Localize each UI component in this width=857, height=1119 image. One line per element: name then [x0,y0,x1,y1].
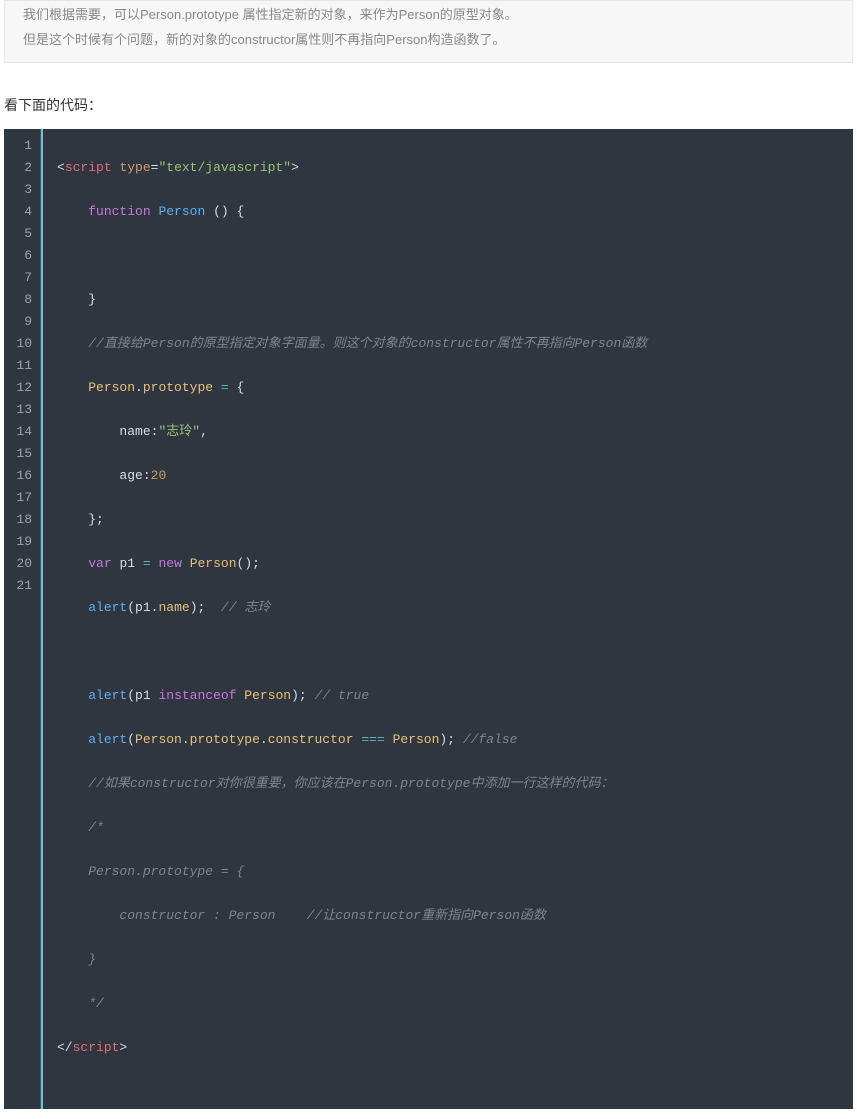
code-line: </script> [57,1037,841,1059]
code-line: alert(p1.name); // 志玲 [57,597,841,619]
code-line: //直接给Person的原型指定对象字面量。则这个对象的constructor属… [57,333,841,355]
line-number: 18 [10,509,32,531]
code-line: alert(p1 instanceof Person); // true [57,685,841,707]
line-number-gutter: 1 2 3 4 5 6 7 8 9 10 11 12 13 14 15 16 1… [4,129,41,1109]
code-line: } [57,949,841,971]
line-number: 7 [10,267,32,289]
code-line: Person.prototype = { [57,377,841,399]
code-line: //如果constructor对你很重要，你应该在Person.prototyp… [57,773,841,795]
note-box: 我们根据需要，可以Person.prototype 属性指定新的对象，来作为Pe… [4,0,853,63]
code-line: var p1 = new Person(); [57,553,841,575]
line-number: 13 [10,399,32,421]
line-number: 14 [10,421,32,443]
code-line: Person.prototype = { [57,861,841,883]
line-number: 4 [10,201,32,223]
line-number: 12 [10,377,32,399]
code-line [57,641,841,663]
code-line: function Person () { [57,201,841,223]
line-number: 11 [10,355,32,377]
code-line [57,245,841,267]
code-line: age:20 [57,465,841,487]
code-line: */ [57,993,841,1015]
code-content: <script type="text/javascript"> function… [41,129,853,1109]
line-number: 9 [10,311,32,333]
line-number: 3 [10,179,32,201]
line-number: 5 [10,223,32,245]
line-number: 1 [10,135,32,157]
code-line: /* [57,817,841,839]
code-line: } [57,289,841,311]
line-number: 17 [10,487,32,509]
code-line: constructor : Person //让constructor重新指向P… [57,905,841,927]
line-number: 20 [10,553,32,575]
section-heading: 看下面的代码： [4,95,853,115]
line-number: 2 [10,157,32,179]
line-number: 21 [10,575,32,597]
line-number: 8 [10,289,32,311]
line-number: 6 [10,245,32,267]
code-line: }; [57,509,841,531]
code-block: 1 2 3 4 5 6 7 8 9 10 11 12 13 14 15 16 1… [4,129,853,1109]
code-line: name:"志玲", [57,421,841,443]
line-number: 15 [10,443,32,465]
line-number: 10 [10,333,32,355]
note-line-2: 但是这个时候有个问题，新的对象的constructor属性则不再指向Person… [23,28,834,53]
line-number: 16 [10,465,32,487]
code-line: alert(Person.prototype.constructor === P… [57,729,841,751]
note-line-1: 我们根据需要，可以Person.prototype 属性指定新的对象，来作为Pe… [23,3,834,28]
line-number: 19 [10,531,32,553]
code-line: <script type="text/javascript"> [57,157,841,179]
